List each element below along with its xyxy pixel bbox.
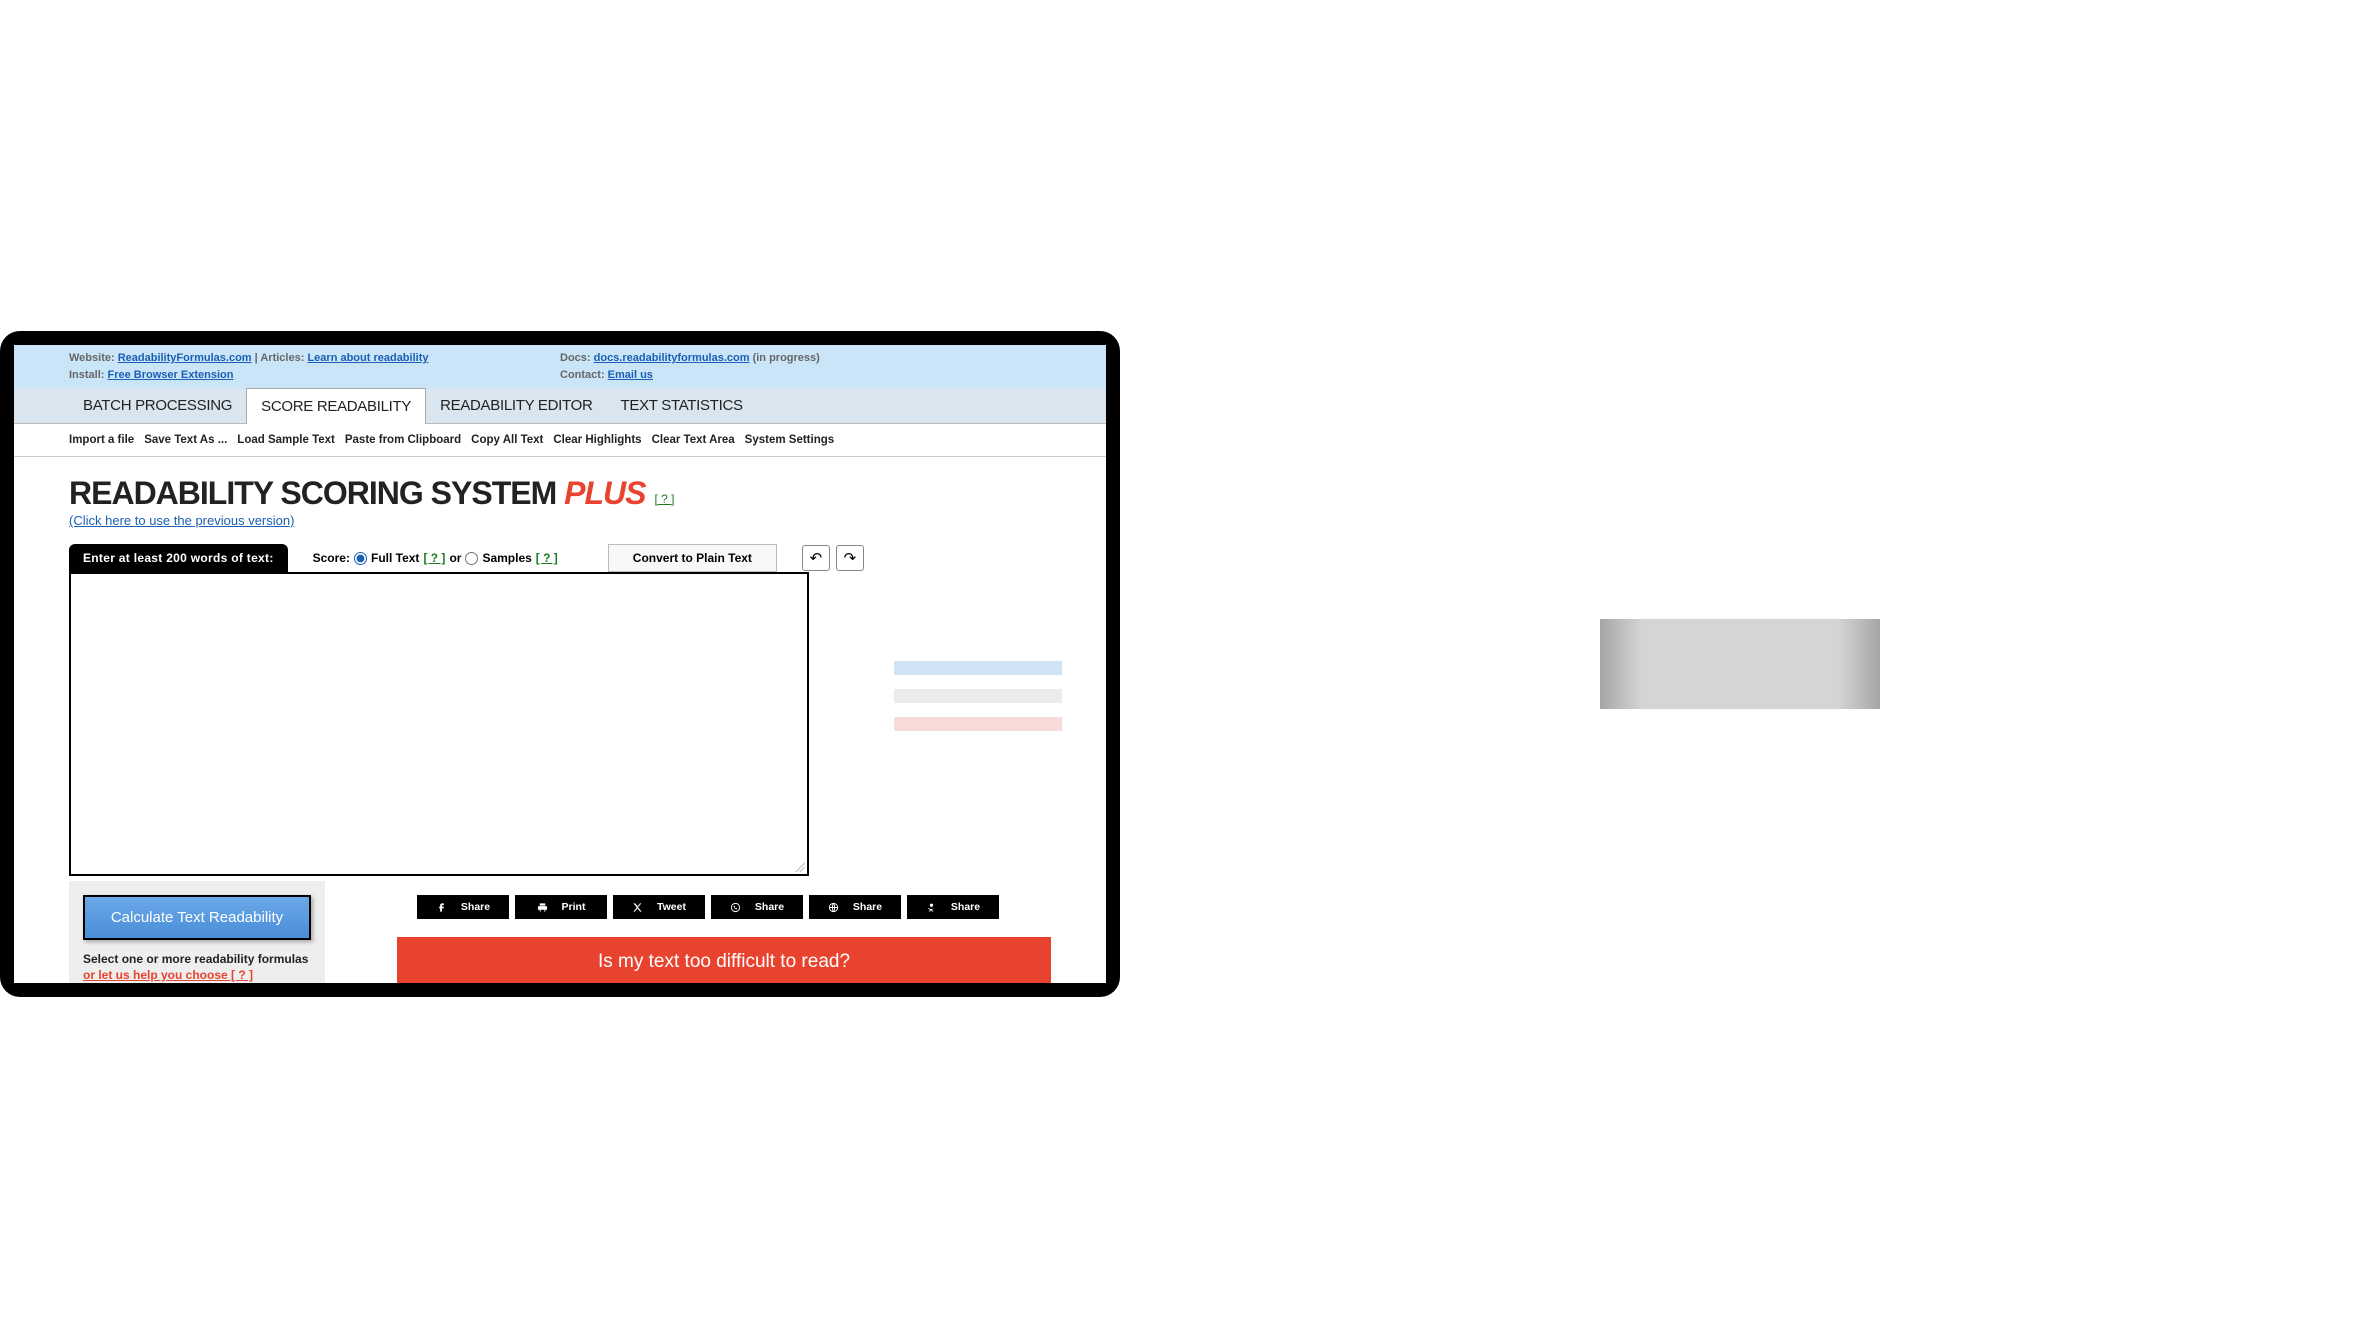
contact-label: Contact: [560,369,608,381]
select-formulas-text: Select one or more readability formulas [83,952,311,966]
redo-button[interactable]: ↷ [836,545,864,571]
tab-readability-editor[interactable]: READABILITY EDITOR [426,388,606,423]
undo-button[interactable]: ↶ [802,545,830,571]
share-row: Share Print Tweet Share [365,895,1051,919]
globe-icon [828,902,839,913]
monitor-stand [1600,619,1880,709]
placeholder-bar-1 [894,661,1062,675]
calculate-panel: Calculate Text Readability Select one or… [69,881,325,983]
share-label: Tweet [657,901,686,913]
tab-batch-processing[interactable]: BATCH PROCESSING [69,388,246,423]
samples-help[interactable]: [ ? ] [536,551,558,565]
toolbar-load-sample[interactable]: Load Sample Text [237,434,335,446]
placeholder-bar-3 [894,717,1062,731]
full-text-radio[interactable] [354,552,367,565]
text-input-area[interactable] [69,572,809,876]
input-instructions-tab: Enter at least 200 words of text: [69,544,288,572]
share-label: Print [562,901,586,913]
score-label: Score: [313,551,350,565]
calculate-readability-button[interactable]: Calculate Text Readability [83,895,311,940]
toolbar-paste-clipboard[interactable]: Paste from Clipboard [345,434,461,446]
title-main: READABILITY SCORING SYSTEM [69,475,564,511]
title-plus: PLUS [564,475,645,511]
contact-link[interactable]: Email us [608,369,653,381]
undo-icon: ↶ [810,549,823,567]
facebook-icon [436,902,447,913]
website-link[interactable]: ReadabilityFormulas.com [118,352,252,364]
whatsapp-share-button[interactable]: Share [711,895,803,919]
toolbar-copy-all[interactable]: Copy All Text [471,434,543,446]
share-label: Share [461,901,490,913]
share-button-5[interactable]: Share [809,895,901,919]
articles-link[interactable]: Learn about readability [307,352,428,364]
or-label: or [449,551,461,565]
full-text-label: Full Text [371,551,419,565]
x-tweet-button[interactable]: Tweet [613,895,705,919]
docs-note: (in progress) [753,352,820,364]
docs-link[interactable]: docs.readabilityformulas.com [594,352,750,364]
previous-version-link[interactable]: (Click here to use the previous version) [69,513,294,528]
docs-label: Docs: [560,352,594,364]
convert-to-plain-text-button[interactable]: Convert to Plain Text [608,544,777,572]
monitor-frame: Website: ReadabilityFormulas.com | Artic… [0,331,1120,997]
help-choose-link[interactable]: or let us help you choose [ ? ] [83,968,253,982]
sidebar-placeholder [894,661,1062,731]
install-link[interactable]: Free Browser Extension [108,369,234,381]
screen: Website: ReadabilityFormulas.com | Artic… [14,345,1106,983]
tab-score-readability[interactable]: SCORE READABILITY [246,388,426,424]
ok-share-button[interactable]: Share [907,895,999,919]
title-help-link[interactable]: [ ? ] [654,492,674,506]
share-label: Share [951,901,980,913]
full-text-help[interactable]: [ ? ] [423,551,445,565]
placeholder-bar-2 [894,689,1062,703]
share-label: Share [853,901,882,913]
info-bar: Website: ReadabilityFormulas.com | Artic… [14,345,1106,388]
samples-radio[interactable] [465,552,478,565]
nav-tabs: BATCH PROCESSING SCORE READABILITY READA… [14,388,1106,424]
install-label: Install: [69,369,108,381]
ok-icon [926,902,937,913]
samples-label: Samples [482,551,531,565]
tab-text-statistics[interactable]: TEXT STATISTICS [607,388,757,423]
articles-label: | Articles: [255,352,308,364]
whatsapp-icon [730,902,741,913]
print-button[interactable]: Print [515,895,607,919]
difficulty-banner: Is my text too difficult to read? [397,937,1051,983]
page-title: READABILITY SCORING SYSTEM PLUS [69,475,645,512]
toolbar-import-file[interactable]: Import a file [69,434,134,446]
toolbar: Import a file Save Text As ... Load Samp… [14,424,1106,457]
toolbar-save-text[interactable]: Save Text As ... [144,434,227,446]
share-label: Share [755,901,784,913]
print-icon [537,902,548,913]
redo-icon: ↷ [844,549,857,567]
website-label: Website: [69,352,118,364]
facebook-share-button[interactable]: Share [417,895,509,919]
toolbar-system-settings[interactable]: System Settings [745,434,834,446]
toolbar-clear-highlights[interactable]: Clear Highlights [553,434,641,446]
toolbar-clear-text[interactable]: Clear Text Area [652,434,735,446]
x-icon [632,902,643,913]
